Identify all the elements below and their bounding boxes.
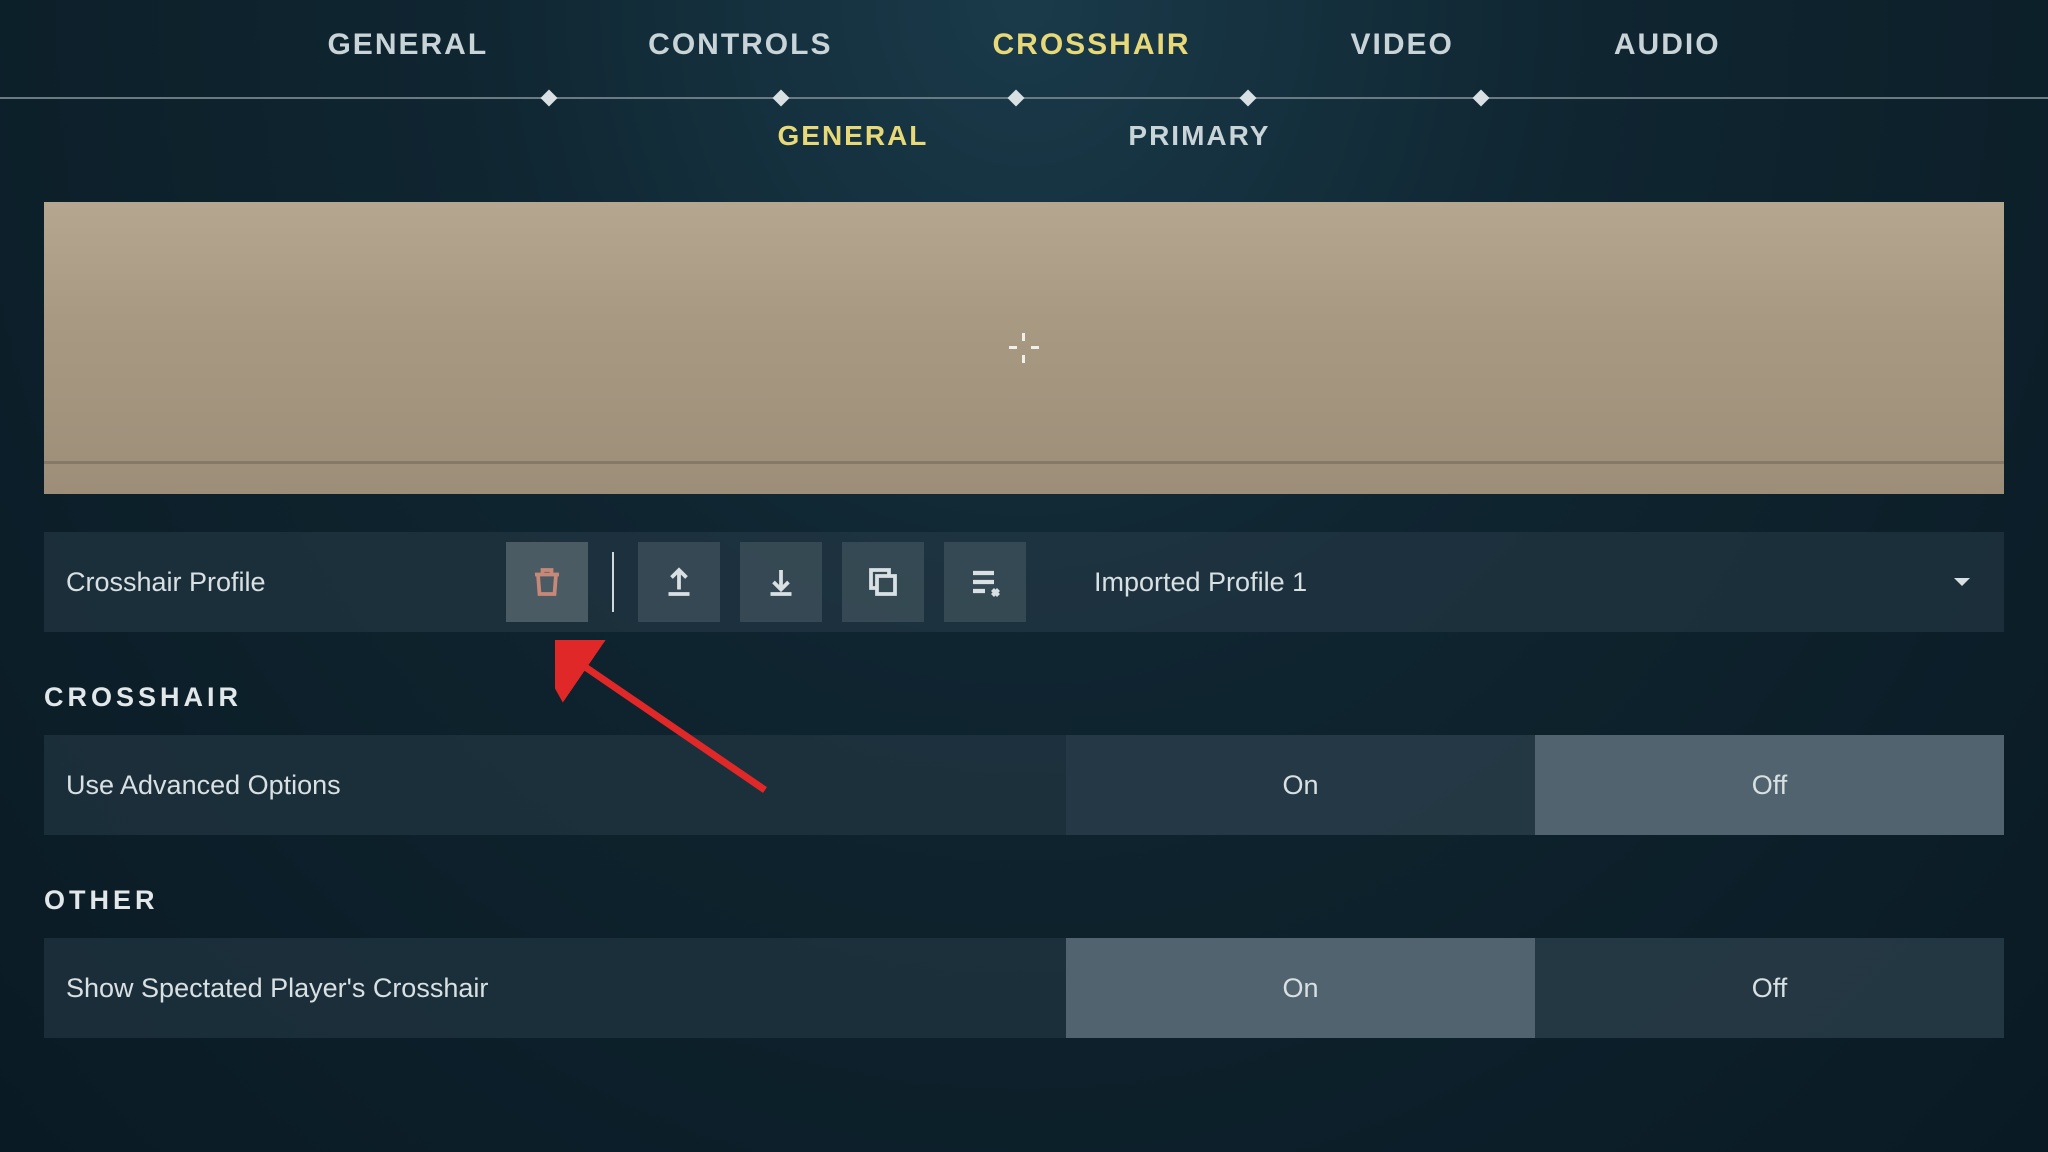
diamond-icon xyxy=(1008,90,1025,107)
duplicate-profile-button[interactable] xyxy=(842,542,924,622)
spectated-crosshair-label: Show Spectated Player's Crosshair xyxy=(44,973,1066,1004)
spectated-off-button[interactable]: Off xyxy=(1535,938,2004,1038)
section-crosshair-title: CROSSHAIR xyxy=(44,682,2004,713)
tab-controls[interactable]: CONTROLS xyxy=(648,28,832,62)
advanced-on-button[interactable]: On xyxy=(1066,735,1535,835)
diamond-icon xyxy=(1473,90,1490,107)
spectated-on-button[interactable]: On xyxy=(1066,938,1535,1038)
advanced-options-row: Use Advanced Options On Off xyxy=(44,735,2004,835)
main-tabs: GENERAL CONTROLS CROSSHAIR VIDEO AUDIO xyxy=(0,0,2048,62)
upload-icon xyxy=(661,564,697,600)
download-icon xyxy=(763,564,799,600)
trash-icon xyxy=(529,564,565,600)
export-profile-button[interactable] xyxy=(638,542,720,622)
crosshair-icon xyxy=(1009,333,1039,363)
diamond-icon xyxy=(1240,90,1257,107)
crosshair-preview xyxy=(44,202,2004,494)
diamond-icon xyxy=(541,90,558,107)
diamond-icon xyxy=(773,90,790,107)
edit-list-icon xyxy=(967,564,1003,600)
section-other-title: OTHER xyxy=(44,885,2004,916)
advanced-off-button[interactable]: Off xyxy=(1535,735,2004,835)
tab-audio[interactable]: AUDIO xyxy=(1614,28,1721,62)
profile-selected-value: Imported Profile 1 xyxy=(1094,567,1307,598)
delete-profile-button[interactable] xyxy=(506,542,588,622)
advanced-options-label: Use Advanced Options xyxy=(44,770,1066,801)
crosshair-profile-row: Crosshair Profile Imported Profile 1 xyxy=(44,532,2004,632)
separator xyxy=(612,552,614,612)
profile-dropdown[interactable]: Imported Profile 1 xyxy=(1056,532,2004,632)
tab-video[interactable]: VIDEO xyxy=(1351,28,1454,62)
chevron-down-icon xyxy=(1952,575,1972,589)
copy-icon xyxy=(865,564,901,600)
sub-tab-general[interactable]: GENERAL xyxy=(778,120,929,152)
spectated-crosshair-row: Show Spectated Player's Crosshair On Off xyxy=(44,938,2004,1038)
import-profile-button[interactable] xyxy=(740,542,822,622)
tab-divider xyxy=(0,97,2048,99)
sub-tabs: GENERAL PRIMARY xyxy=(0,120,2048,152)
crosshair-profile-label: Crosshair Profile xyxy=(66,567,506,598)
tab-general[interactable]: GENERAL xyxy=(327,28,488,62)
tab-crosshair[interactable]: CROSSHAIR xyxy=(992,28,1190,62)
edit-profile-button[interactable] xyxy=(944,542,1026,622)
sub-tab-primary[interactable]: PRIMARY xyxy=(1128,120,1270,152)
